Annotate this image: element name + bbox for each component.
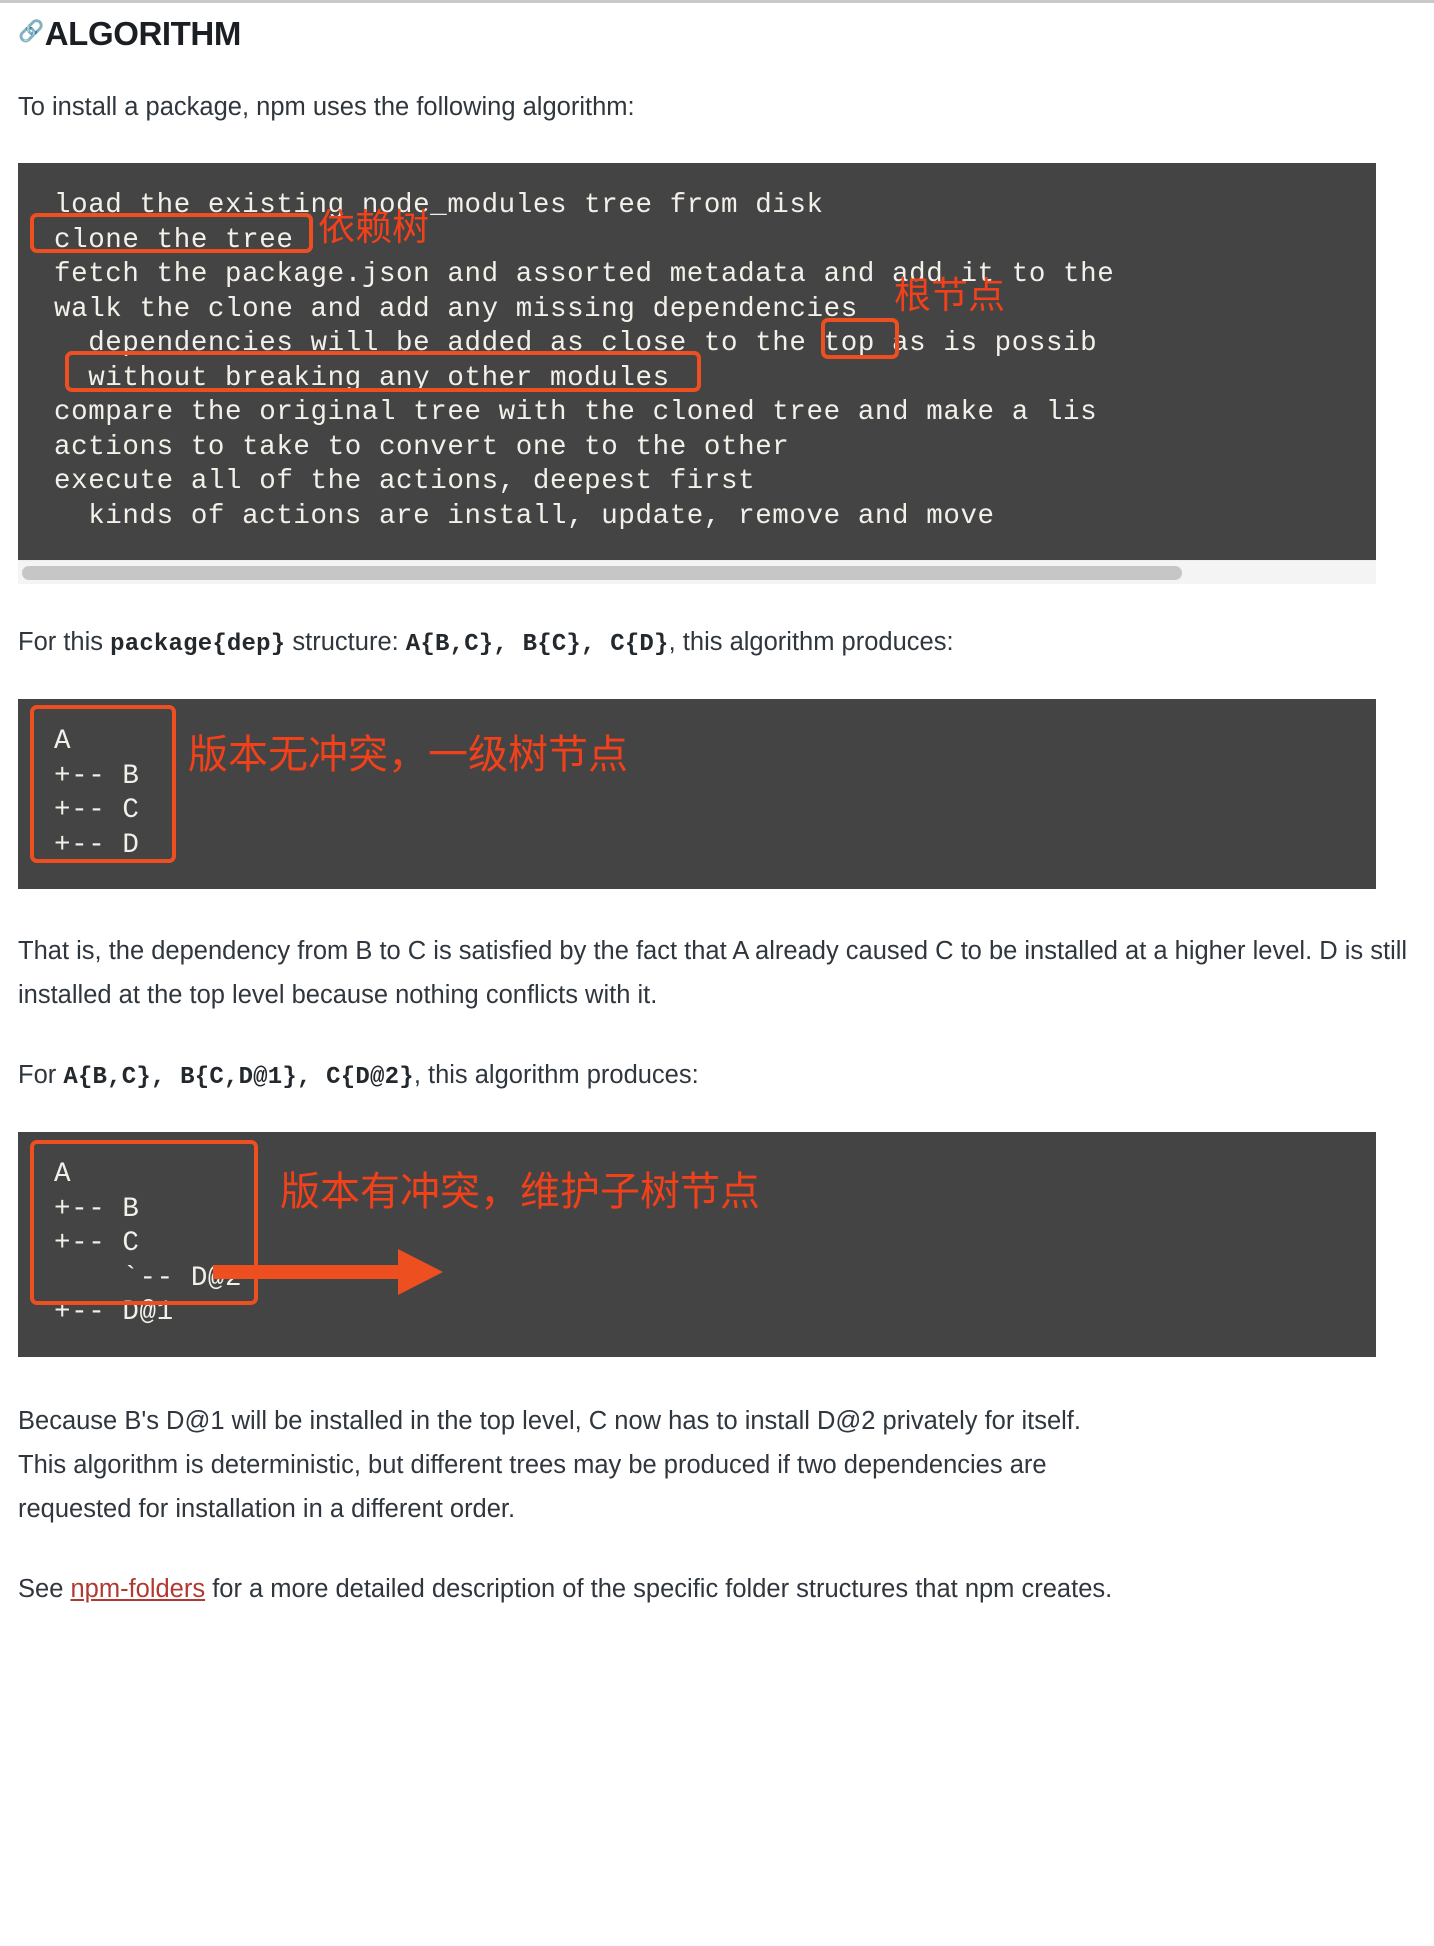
conflict-prefix: For xyxy=(18,1061,64,1089)
page-title: 🔗 ALGORITHM xyxy=(0,3,1434,57)
algorithm-code-block: load the existing node_modules tree from… xyxy=(18,163,1376,560)
see-also-prefix: See xyxy=(18,1574,71,1603)
intro-paragraph: To install a package, npm uses the follo… xyxy=(18,93,635,121)
code-block-horizontal-scrollbar[interactable] xyxy=(18,560,1376,584)
structure-suffix: , this algorithm produces: xyxy=(668,628,954,656)
tree1-code-text: A +-- B +-- C +-- D xyxy=(18,699,1376,889)
tree2-code-block: A +-- B +-- C `-- D@2 +-- D@1 版本有冲突，维护子树… xyxy=(18,1132,1376,1357)
see-also-suffix: for a more detailed description of the s… xyxy=(205,1574,1113,1603)
conflict-paragraph: For A{B,C}, B{C,D@1}, C{D@2}, this algor… xyxy=(0,1053,1434,1100)
structure-paragraph: For this package{dep} structure: A{B,C},… xyxy=(0,620,1434,667)
conflict-code: A{B,C}, B{C,D@1}, C{D@2} xyxy=(63,1064,414,1091)
structure-middle: structure: xyxy=(285,628,406,656)
explanation-paragraph: That is, the dependency from B to C is s… xyxy=(18,937,1408,1009)
document-body: 🔗 ALGORITHM To install a package, npm use… xyxy=(0,3,1434,1611)
npm-folders-link[interactable]: npm-folders xyxy=(70,1575,205,1603)
structure-code-abc: A{B,C}, B{C}, C{D} xyxy=(405,631,669,658)
conclusion-paragraph: Because B's D@1 will be installed in the… xyxy=(18,1406,1081,1523)
scrollbar-thumb[interactable] xyxy=(22,566,1182,580)
see-also-paragraph: See npm-folders for a more detailed desc… xyxy=(0,1567,1434,1611)
page-title-text: ALGORITHM xyxy=(44,15,242,52)
conflict-suffix: , this algorithm produces: xyxy=(413,1061,699,1089)
structure-prefix: For this xyxy=(18,628,111,656)
link-icon[interactable]: 🔗 xyxy=(18,9,44,55)
tree2-code-text: A +-- B +-- C `-- D@2 +-- D@1 xyxy=(18,1132,1376,1357)
structure-code-packagedep: package{dep} xyxy=(110,631,286,658)
tree1-code-block: A +-- B +-- C +-- D 版本无冲突，一级树节点 xyxy=(18,699,1376,889)
algorithm-code-text: load the existing node_modules tree from… xyxy=(18,163,1376,560)
